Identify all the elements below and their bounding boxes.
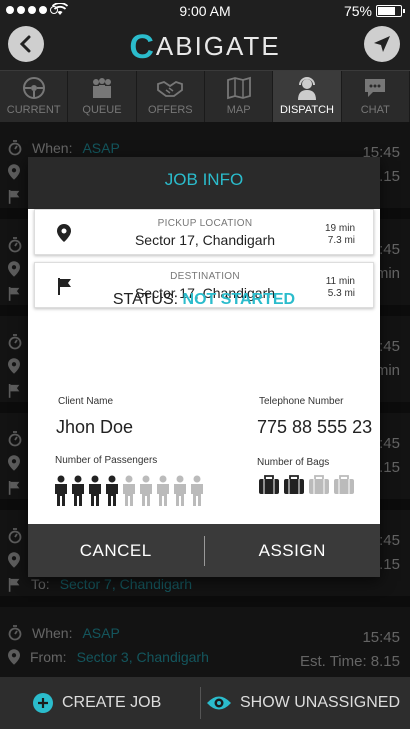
telephone-number: 775 88 555 23 <box>257 417 373 437</box>
dialog-actions: CANCEL ASSIGN <box>28 524 380 577</box>
tab-bar: CURRENT QUEUE OFFERS MAP DISPATCH CHAT <box>0 70 410 122</box>
passenger-icon[interactable] <box>173 475 187 512</box>
assign-button[interactable]: ASSIGN <box>205 541 381 561</box>
people-queue-icon <box>92 78 111 98</box>
tab-dispatch[interactable]: DISPATCH <box>273 71 342 122</box>
handshake-icon <box>157 81 184 97</box>
navigate-button[interactable] <box>364 26 400 62</box>
tab-map[interactable]: MAP <box>205 71 274 122</box>
tab-queue[interactable]: QUEUE <box>68 71 137 122</box>
show-unassigned-button[interactable]: SHOW UNASSIGNED <box>206 694 400 712</box>
tab-current[interactable]: CURRENT <box>0 71 69 122</box>
tab-offers[interactable]: OFFERS <box>137 71 205 122</box>
client-name-caption: Client Name <box>58 396 114 407</box>
telephone-caption: Telephone Number <box>259 396 344 407</box>
passenger-icon[interactable] <box>71 475 85 512</box>
status-value: NOT STARTED <box>182 291 296 308</box>
passenger-icon[interactable] <box>54 475 68 512</box>
passenger-icon[interactable] <box>122 475 136 512</box>
job-status: STATUS: NOT STARTED <box>112 291 296 308</box>
steering-wheel-icon <box>22 77 45 99</box>
bag-icon[interactable] <box>258 475 280 500</box>
cancel-button[interactable]: CANCEL <box>28 541 204 561</box>
passenger-icon[interactable] <box>139 475 153 512</box>
tab-chat[interactable]: CHAT <box>342 71 410 122</box>
destination-caption: DESTINATION <box>170 271 240 282</box>
navigation-arrow-icon <box>374 36 390 52</box>
bottom-bar: CREATE JOB SHOW UNASSIGNED <box>0 677 410 729</box>
divider <box>200 687 201 719</box>
map-icon <box>226 76 251 100</box>
bag-icon[interactable] <box>333 475 355 500</box>
battery-percent: 75% <box>343 3 372 19</box>
plus-circle-icon <box>33 693 53 713</box>
job-info-dialog: JOB INFO PICKUP LOCATION Sector 17, Chan… <box>28 157 380 577</box>
create-job-button[interactable]: CREATE JOB <box>32 692 161 714</box>
passenger-icon[interactable] <box>190 475 204 512</box>
passenger-count-selector[interactable] <box>54 475 204 512</box>
bag-icon[interactable] <box>308 475 330 500</box>
passenger-icon[interactable] <box>156 475 170 512</box>
pickup-location-card[interactable]: PICKUP LOCATION Sector 17, Chandigarh 19… <box>34 209 374 255</box>
bags-caption: Number of Bags <box>257 457 330 468</box>
dialog-title: JOB INFO <box>28 157 380 209</box>
battery-icon <box>376 5 405 17</box>
client-name: Jhon Doe <box>56 417 134 437</box>
operator-headset-icon <box>297 77 316 100</box>
passengers-caption: Number of Passengers <box>55 455 158 466</box>
passenger-icon[interactable] <box>88 475 102 512</box>
bag-icon[interactable] <box>283 475 305 500</box>
app-header: CABIGATE <box>0 22 410 70</box>
pickup-eta: 19 min 7.3 mi <box>324 223 355 246</box>
status-bar: 9:00 AM 75% <box>0 0 410 22</box>
eye-icon <box>207 696 231 710</box>
bag-count-selector[interactable] <box>258 475 355 500</box>
passenger-icon[interactable] <box>105 475 119 512</box>
chat-bubble-icon <box>365 79 386 97</box>
app-logo: CABIGATE <box>129 28 281 66</box>
